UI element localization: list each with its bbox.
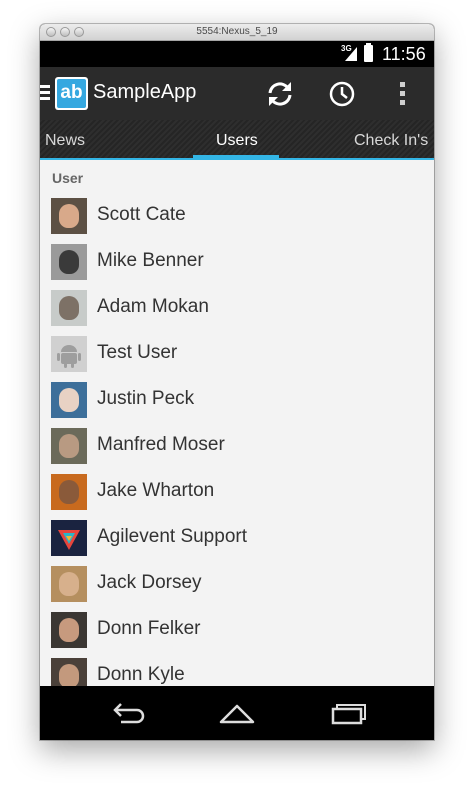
emulator-window: 5554:Nexus_5_19 3G 11:56 ab SampleApp Ne… — [40, 24, 434, 740]
tab-users[interactable]: Users — [216, 132, 258, 150]
list-item[interactable]: Jake Wharton — [40, 472, 434, 518]
overflow-menu-icon — [400, 82, 405, 105]
user-name: Scott Cate — [97, 204, 186, 225]
list-item[interactable]: Justin Peck — [40, 380, 434, 426]
window-titlebar: 5554:Nexus_5_19 — [40, 24, 434, 41]
list-item[interactable]: Agilevent Support — [40, 518, 434, 564]
user-name: Donn Felker — [97, 618, 201, 639]
avatar — [51, 474, 87, 510]
avatar — [51, 658, 87, 686]
back-icon — [113, 703, 145, 724]
list-item[interactable]: Mike Benner — [40, 242, 434, 288]
avatar — [51, 244, 87, 280]
list-item[interactable]: Donn Kyle — [40, 656, 434, 686]
home-icon — [219, 704, 255, 724]
back-button[interactable] — [107, 698, 147, 728]
tab-check-ins[interactable]: Check In's — [354, 132, 428, 150]
list-item[interactable]: Scott Cate — [40, 196, 434, 242]
list-item[interactable]: Test User — [40, 334, 434, 380]
status-bar: 3G 11:56 — [40, 41, 434, 67]
agilevent-logo-icon — [58, 530, 80, 550]
navigation-bar — [40, 686, 434, 740]
avatar — [51, 198, 87, 234]
home-button[interactable] — [217, 698, 257, 728]
status-time: 11:56 — [382, 44, 426, 64]
refresh-button[interactable] — [262, 76, 298, 112]
app-icon-text: ab — [57, 79, 86, 108]
user-name: Adam Mokan — [97, 296, 209, 317]
avatar — [51, 336, 87, 372]
recent-apps-button[interactable] — [327, 698, 367, 728]
refresh-icon — [268, 82, 292, 106]
history-button[interactable] — [324, 76, 360, 112]
user-name: Agilevent Support — [97, 526, 247, 547]
app-icon[interactable]: ab — [55, 77, 88, 110]
tab-news[interactable]: News — [45, 132, 85, 150]
drawer-indicator-icon[interactable] — [40, 85, 50, 101]
user-name: Jack Dorsey — [97, 572, 202, 593]
action-bar: ab SampleApp — [40, 67, 434, 120]
user-name: Jake Wharton — [97, 480, 215, 501]
avatar — [51, 566, 87, 602]
user-name: Test User — [97, 342, 178, 363]
user-name: Manfred Moser — [97, 434, 225, 455]
user-list[interactable]: User Scott Cate Mike Benner Adam Mokan T… — [40, 160, 434, 686]
user-name: Mike Benner — [97, 250, 204, 271]
history-clock-icon — [329, 81, 355, 107]
app-title: SampleApp — [93, 81, 197, 103]
list-item[interactable]: Manfred Moser — [40, 426, 434, 472]
recent-apps-icon — [331, 704, 366, 725]
avatar — [51, 612, 87, 648]
android-robot-icon — [57, 345, 81, 368]
battery-icon — [364, 43, 373, 62]
list-item[interactable]: Adam Mokan — [40, 288, 434, 334]
list-item[interactable]: Donn Felker — [40, 610, 434, 656]
window-title: 5554:Nexus_5_19 — [196, 26, 278, 37]
avatar — [51, 290, 87, 326]
signal-icon — [345, 47, 357, 61]
tab-bar: News Users Check In's — [40, 120, 434, 160]
avatar — [51, 520, 87, 556]
user-name: Donn Kyle — [97, 664, 185, 685]
avatar — [51, 382, 87, 418]
overflow-menu-button[interactable] — [384, 76, 420, 112]
user-name: Justin Peck — [97, 388, 195, 409]
list-item[interactable]: Jack Dorsey — [40, 564, 434, 610]
avatar — [51, 428, 87, 464]
section-header: User — [52, 170, 84, 186]
